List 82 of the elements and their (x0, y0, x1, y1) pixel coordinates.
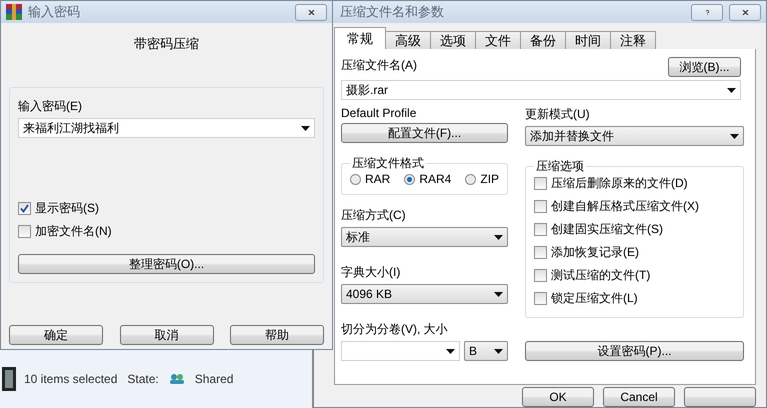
combo-value: 来福利江湖找福利 (23, 120, 120, 136)
password-combo[interactable]: 来福利江湖找福利 (18, 118, 315, 138)
checkbox-label: 创建固实压缩文件(S) (551, 221, 663, 238)
combo-value: 添加并替换文件 (530, 128, 615, 144)
profile-button[interactable]: 配置文件(F)... (341, 123, 508, 143)
checkbox[interactable] (534, 200, 547, 213)
film-icon (2, 367, 16, 391)
close-icon (740, 10, 750, 14)
status-text: State: (127, 372, 159, 386)
radio-label: RAR4 (419, 172, 452, 186)
dialog-heading: 带密码压缩 (133, 35, 200, 53)
dropdown-caret-icon (494, 292, 503, 296)
checkbox-label: 添加恢复记录(E) (551, 244, 639, 261)
tab[interactable]: 文件 (475, 31, 521, 49)
dropdown-caret-icon (730, 134, 739, 138)
checkbox-label: 测试压缩的文件(T) (551, 267, 650, 284)
dictionary-combo[interactable]: 4096 KB (341, 284, 508, 304)
group-title: 压缩文件格式 (351, 155, 425, 172)
field-label: 输入密码(E) (18, 98, 83, 115)
checkbox[interactable] (18, 202, 31, 215)
update-mode-combo[interactable]: 添加并替换文件 (525, 126, 744, 146)
set-password-button[interactable]: 设置密码(P)... (525, 341, 744, 361)
combo-value: 标准 (346, 228, 371, 246)
checkbox[interactable] (534, 292, 547, 305)
dropdown-caret-icon (494, 234, 503, 240)
window-title: 输入密码 (28, 3, 81, 21)
dialog-button[interactable]: Cancel (603, 387, 675, 407)
close-button[interactable] (729, 4, 761, 20)
people-icon (168, 374, 185, 384)
volume-size-field[interactable] (341, 341, 460, 361)
window-title: 压缩文件名和参数 (340, 3, 445, 21)
field-label: 切分为分卷(V), 大小 (341, 321, 449, 338)
tab[interactable]: 常规 (334, 27, 386, 49)
dialog-button[interactable]: 确定 (9, 325, 103, 345)
field-label: 压缩方式(C) (341, 207, 407, 224)
combo-value: 摄影.rar (346, 82, 389, 98)
checkbox[interactable] (534, 269, 547, 282)
checkbox[interactable] (534, 246, 547, 259)
dropdown-caret-icon (494, 348, 503, 354)
dialog-button[interactable]: 取消 (120, 325, 214, 345)
combo-value: 4096 KB (346, 287, 394, 301)
method-combo[interactable]: 标准 (341, 227, 508, 247)
archive-name-combo[interactable]: 摄影.rar (341, 80, 741, 100)
dialog-button[interactable]: OK (522, 387, 594, 407)
checkbox[interactable] (534, 177, 547, 190)
checkbox-label: 压缩后删除原来的文件(D) (551, 175, 688, 192)
radio-button[interactable] (350, 174, 361, 184)
checkbox-label: 创建自解压格式压缩文件(X) (551, 198, 699, 215)
status-text: Shared (194, 372, 234, 386)
browse-button[interactable]: 浏览(B)... (668, 57, 741, 77)
dialog-button[interactable]: 帮助 (230, 325, 324, 345)
dropdown-caret-icon (446, 348, 455, 354)
tab[interactable]: 时间 (565, 31, 611, 49)
dialog-button[interactable] (684, 387, 756, 407)
dropdown-caret-icon (301, 126, 310, 130)
checkbox-label: 显示密码(S) (35, 200, 99, 217)
checkbox-label: 加密文件名(N) (35, 223, 112, 240)
status-text: 10 items selected (24, 372, 118, 386)
group-title: 压缩选项 (535, 158, 585, 175)
close-button[interactable] (295, 4, 327, 20)
field-label: 更新模式(U) (525, 106, 591, 123)
tab[interactable]: 备份 (520, 31, 566, 49)
combo-value: B (469, 344, 478, 358)
unit-combo[interactable]: B (464, 341, 508, 361)
radio-label: RAR (365, 172, 390, 186)
tab[interactable]: 注释 (610, 31, 656, 49)
tab[interactable]: 高级 (385, 31, 431, 49)
field-label: 字典大小(I) (341, 264, 402, 281)
checkbox-label: 锁定压缩文件(L) (551, 290, 638, 307)
radio-label: ZIP (480, 172, 500, 186)
radio-button[interactable] (465, 174, 476, 184)
organize-passwords-button[interactable]: 整理密码(O)... (18, 254, 315, 274)
field-label: Default Profile (341, 106, 418, 120)
dropdown-caret-icon (727, 88, 736, 92)
tab[interactable]: 选项 (430, 31, 476, 49)
close-icon (306, 10, 316, 14)
checkbox[interactable] (18, 225, 31, 238)
field-label: 压缩文件名(A) (341, 57, 417, 74)
radio-button[interactable] (404, 174, 416, 184)
books-icon (6, 4, 22, 20)
checkbox[interactable] (534, 223, 547, 236)
help-button[interactable] (691, 4, 723, 20)
